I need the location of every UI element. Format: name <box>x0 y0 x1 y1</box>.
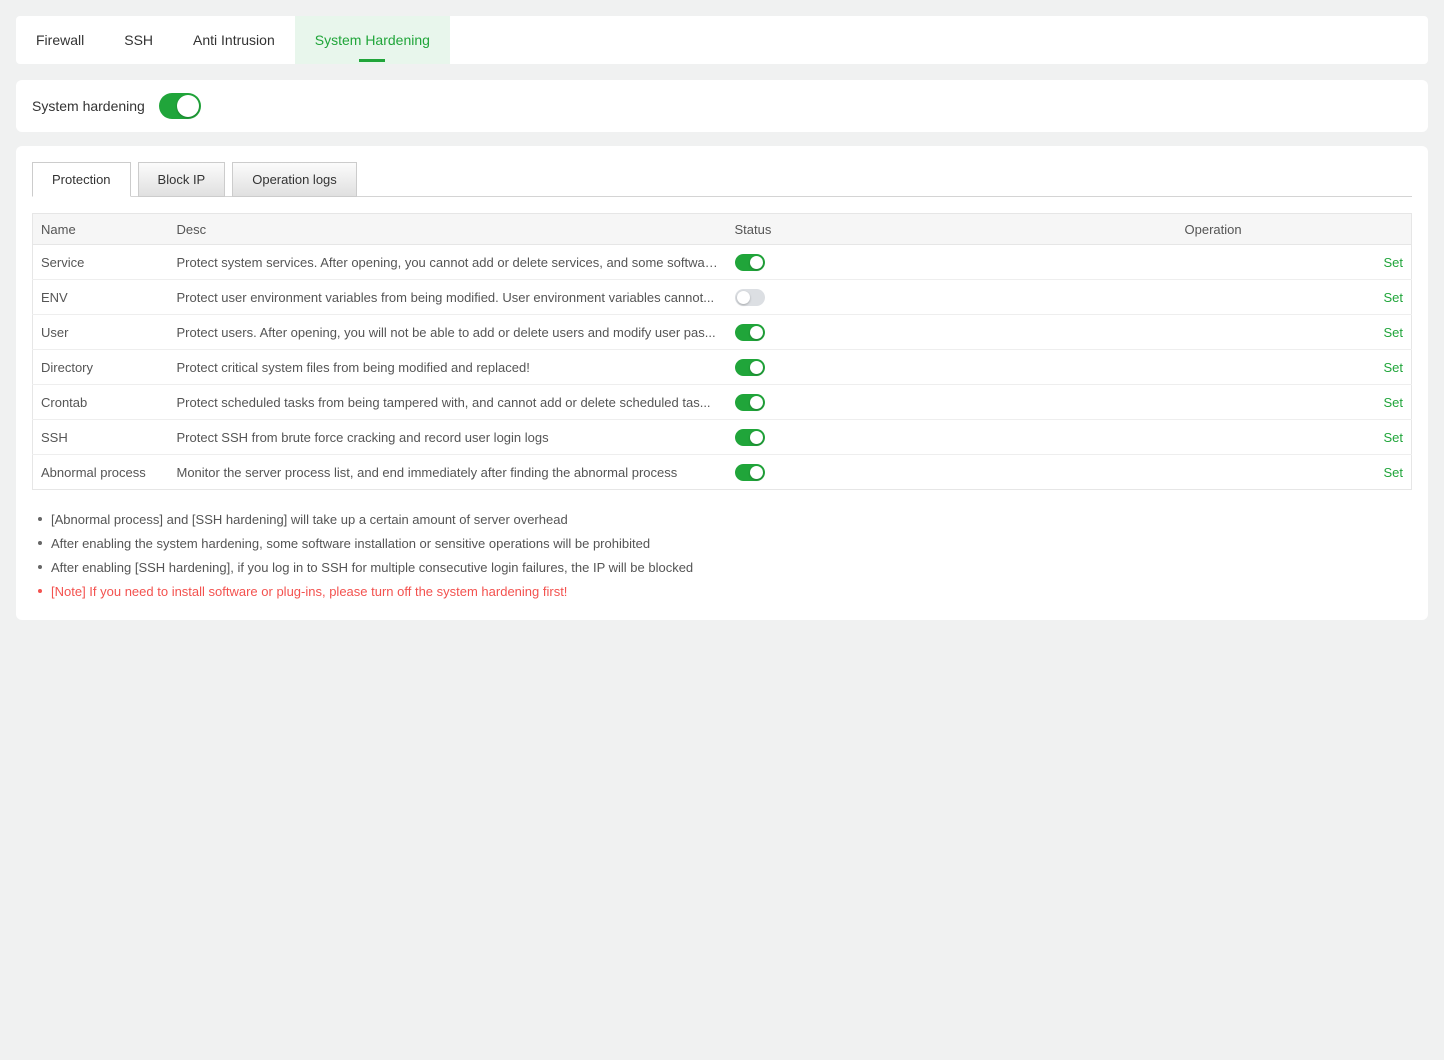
row-name: Abnormal process <box>33 455 169 490</box>
hardening-panel: ProtectionBlock IPOperation logs Name De… <box>16 146 1428 620</box>
table-row: Abnormal processMonitor the server proce… <box>33 455 1412 490</box>
toggle-knob-icon <box>750 326 763 339</box>
col-header-name: Name <box>33 214 169 245</box>
col-header-desc: Desc <box>169 214 727 245</box>
set-link[interactable]: Set <box>1383 255 1403 270</box>
row-status <box>727 455 1177 490</box>
row-operation: Set <box>1177 245 1412 280</box>
note-text: [Abnormal process] and [SSH hardening] w… <box>51 512 568 527</box>
tab-anti-intrusion[interactable]: Anti Intrusion <box>173 16 295 64</box>
note-item: After enabling [SSH hardening], if you l… <box>38 555 1412 579</box>
note-item: After enabling the system hardening, som… <box>38 531 1412 555</box>
status-toggle[interactable] <box>735 429 765 446</box>
tab-system-hardening[interactable]: System Hardening <box>295 16 450 64</box>
bullet-icon <box>38 565 42 569</box>
system-hardening-card: System hardening <box>16 80 1428 132</box>
row-status <box>727 245 1177 280</box>
row-desc: Protect system services. After opening, … <box>169 245 727 280</box>
sub-tab-bar: ProtectionBlock IPOperation logs <box>32 162 1412 197</box>
toggle-knob-icon <box>750 361 763 374</box>
row-desc: Protect SSH from brute force cracking an… <box>169 420 727 455</box>
row-name: SSH <box>33 420 169 455</box>
row-status <box>727 315 1177 350</box>
note-text: [Note] If you need to install software o… <box>51 584 567 599</box>
tab-ssh[interactable]: SSH <box>104 16 173 64</box>
status-toggle[interactable] <box>735 254 765 271</box>
status-toggle[interactable] <box>735 289 765 306</box>
row-name: Directory <box>33 350 169 385</box>
toggle-knob-icon <box>750 256 763 269</box>
table-row: ENVProtect user environment variables fr… <box>33 280 1412 315</box>
table-row: DirectoryProtect critical system files f… <box>33 350 1412 385</box>
warning-note: [Note] If you need to install software o… <box>38 579 1412 603</box>
row-status <box>727 350 1177 385</box>
col-header-status: Status <box>727 214 1177 245</box>
bullet-icon <box>38 589 42 593</box>
table-body: ServiceProtect system services. After op… <box>33 245 1412 490</box>
row-desc: Protect users. After opening, you will n… <box>169 315 727 350</box>
row-name: ENV <box>33 280 169 315</box>
set-link[interactable]: Set <box>1383 360 1403 375</box>
row-desc: Protect user environment variables from … <box>169 280 727 315</box>
row-status <box>727 280 1177 315</box>
note-item: [Abnormal process] and [SSH hardening] w… <box>38 507 1412 531</box>
set-link[interactable]: Set <box>1383 325 1403 340</box>
table-row: ServiceProtect system services. After op… <box>33 245 1412 280</box>
tab-firewall[interactable]: Firewall <box>16 16 104 64</box>
row-operation: Set <box>1177 420 1412 455</box>
col-header-operation: Operation <box>1177 214 1412 245</box>
table-row: CrontabProtect scheduled tasks from bein… <box>33 385 1412 420</box>
note-text: After enabling the system hardening, som… <box>51 536 650 551</box>
status-toggle[interactable] <box>735 359 765 376</box>
system-hardening-toggle[interactable] <box>159 93 201 119</box>
toggle-knob-icon <box>737 291 750 304</box>
status-toggle[interactable] <box>735 394 765 411</box>
row-name: User <box>33 315 169 350</box>
set-link[interactable]: Set <box>1383 465 1403 480</box>
toggle-knob-icon <box>750 431 763 444</box>
status-toggle[interactable] <box>735 464 765 481</box>
notes-list: [Abnormal process] and [SSH hardening] w… <box>32 507 1412 603</box>
set-link[interactable]: Set <box>1383 430 1403 445</box>
row-operation: Set <box>1177 350 1412 385</box>
system-hardening-label: System hardening <box>32 98 145 114</box>
row-name: Crontab <box>33 385 169 420</box>
row-desc: Protect critical system files from being… <box>169 350 727 385</box>
toggle-knob-icon <box>177 95 199 117</box>
row-operation: Set <box>1177 385 1412 420</box>
sub-tab-operation-logs[interactable]: Operation logs <box>232 162 357 197</box>
row-name: Service <box>33 245 169 280</box>
toggle-knob-icon <box>750 396 763 409</box>
row-operation: Set <box>1177 455 1412 490</box>
set-link[interactable]: Set <box>1383 395 1403 410</box>
table-row: SSHProtect SSH from brute force cracking… <box>33 420 1412 455</box>
toggle-knob-icon <box>750 466 763 479</box>
sub-tab-protection[interactable]: Protection <box>32 162 131 197</box>
row-status <box>727 420 1177 455</box>
row-desc: Monitor the server process list, and end… <box>169 455 727 490</box>
status-toggle[interactable] <box>735 324 765 341</box>
table-header-row: Name Desc Status Operation <box>33 214 1412 245</box>
row-desc: Protect scheduled tasks from being tampe… <box>169 385 727 420</box>
row-operation: Set <box>1177 280 1412 315</box>
security-tab-bar: FirewallSSHAnti IntrusionSystem Hardenin… <box>16 16 1428 64</box>
set-link[interactable]: Set <box>1383 290 1403 305</box>
bullet-icon <box>38 517 42 521</box>
bullet-icon <box>38 541 42 545</box>
table-row: UserProtect users. After opening, you wi… <box>33 315 1412 350</box>
row-status <box>727 385 1177 420</box>
protection-table: Name Desc Status Operation ServiceProtec… <box>32 213 1412 490</box>
row-operation: Set <box>1177 315 1412 350</box>
sub-tab-block-ip[interactable]: Block IP <box>138 162 226 197</box>
note-text: After enabling [SSH hardening], if you l… <box>51 560 693 575</box>
